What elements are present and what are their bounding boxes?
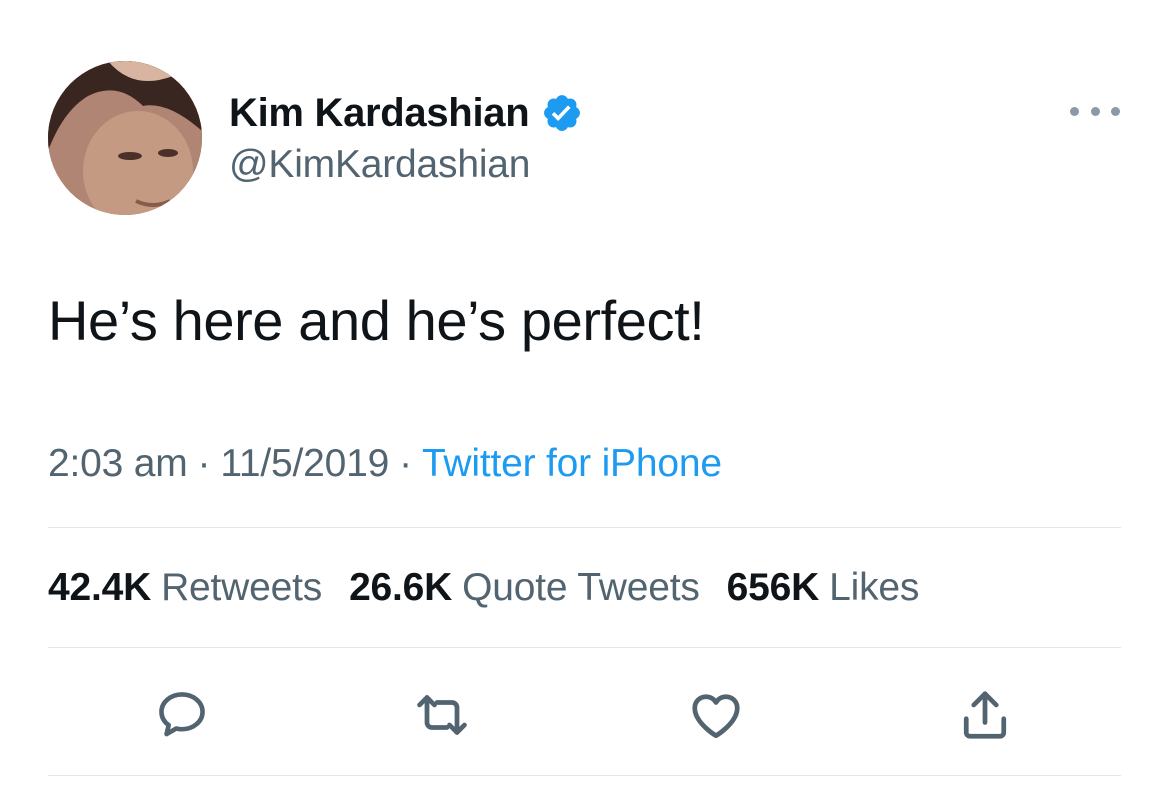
likes-label: Likes — [829, 566, 920, 609]
avatar-photo — [48, 61, 202, 215]
retweets-label: Retweets — [161, 566, 323, 609]
retweets-stat[interactable]: 42.4K Retweets — [48, 566, 322, 610]
reply-button[interactable] — [152, 685, 212, 745]
verified-badge-icon — [541, 92, 583, 134]
quote-tweets-label: Quote Tweets — [462, 566, 700, 609]
retweet-icon — [417, 695, 467, 735]
likes-stat[interactable]: 656K Likes — [726, 566, 920, 610]
avatar[interactable] — [48, 61, 202, 215]
quote-tweets-stat[interactable]: 26.6K Quote Tweets — [349, 566, 700, 610]
more-dot — [1070, 106, 1079, 116]
tweet-metadata: 2:03 am · 11/5/2019 · Twitter for iPhone — [48, 442, 722, 486]
tweet-card: Kim Kardashian @KimKardashian He’s here … — [0, 0, 1158, 796]
like-button[interactable] — [686, 685, 746, 745]
divider — [48, 775, 1121, 776]
engagement-stats: 42.4K Retweets 26.6K Quote Tweets 656K Like… — [48, 566, 946, 610]
reply-icon — [159, 692, 205, 737]
tweet-time[interactable]: 2:03 am — [48, 442, 188, 485]
user-handle[interactable]: @KimKardashian — [229, 143, 530, 187]
retweets-count: 42.4K — [48, 566, 152, 609]
like-heart-icon — [692, 694, 740, 739]
retweet-button[interactable] — [412, 685, 472, 745]
likes-count: 656K — [726, 566, 820, 609]
separator: · — [197, 442, 211, 485]
tweet-date[interactable]: 11/5/2019 — [220, 442, 389, 485]
more-dot — [1111, 106, 1120, 116]
tweet-text: He’s here and he’s perfect! — [48, 289, 705, 352]
display-name[interactable]: Kim Kardashian — [229, 91, 530, 136]
tweet-source[interactable]: Twitter for iPhone — [422, 442, 722, 485]
user-name-row: Kim Kardashian — [229, 88, 583, 138]
divider — [48, 527, 1121, 528]
share-button[interactable] — [955, 685, 1015, 745]
separator: · — [399, 442, 412, 485]
quote-tweets-count: 26.6K — [349, 566, 453, 609]
share-icon — [963, 691, 1007, 739]
more-options-icon[interactable] — [1070, 96, 1120, 126]
divider — [48, 647, 1121, 648]
more-dot — [1090, 106, 1100, 116]
